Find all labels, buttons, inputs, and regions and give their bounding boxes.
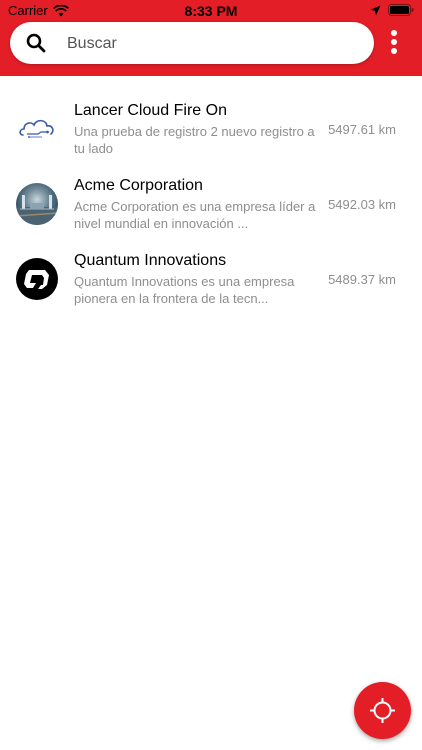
locate-me-button[interactable]	[354, 682, 411, 739]
item-distance: 5492.03 km	[328, 197, 396, 212]
app-header: Carrier 8:33 PM	[0, 0, 422, 76]
q-logo-icon	[24, 270, 49, 289]
search-icon	[26, 33, 46, 53]
status-bar: Carrier 8:33 PM	[0, 0, 422, 22]
cloud-logo-avatar	[16, 108, 58, 150]
more-options-button[interactable]	[384, 26, 404, 58]
more-vertical-icon	[391, 39, 397, 45]
list-item[interactable]: Quantum Innovations Quantum Innovations …	[0, 238, 422, 313]
list-item[interactable]: Acme Corporation Acme Corporation es una…	[0, 163, 422, 238]
search-input[interactable]	[65, 22, 359, 66]
battery-icon	[388, 4, 414, 16]
item-title: Lancer Cloud Fire On	[74, 102, 227, 119]
more-vertical-icon	[391, 30, 397, 36]
item-distance: 5489.37 km	[328, 272, 396, 287]
corporate-photo-icon	[16, 195, 58, 225]
cloud-logo-icon	[19, 119, 54, 139]
more-vertical-icon	[391, 48, 397, 54]
item-description: Acme Corporation es una empresa líder a …	[74, 199, 316, 231]
item-distance: 5497.61 km	[328, 122, 396, 137]
corporate-photo-avatar	[16, 183, 58, 225]
search-bar[interactable]	[10, 22, 374, 66]
locate-crosshair-icon	[370, 698, 395, 723]
status-time: 8:33 PM	[184, 3, 238, 19]
item-description: Una prueba de registro 2 nuevo registro …	[74, 124, 315, 156]
item-description: Quantum Innovations es una empresa pione…	[74, 274, 295, 306]
list-item[interactable]: Lancer Cloud Fire On Una prueba de regis…	[0, 88, 422, 163]
item-title: Acme Corporation	[74, 177, 203, 194]
results-list: Lancer Cloud Fire On Una prueba de regis…	[0, 88, 422, 313]
item-title: Quantum Innovations	[74, 252, 227, 269]
location-arrow-icon	[370, 5, 381, 15]
status-bar-right	[370, 4, 414, 16]
q-logo-avatar	[16, 258, 58, 300]
